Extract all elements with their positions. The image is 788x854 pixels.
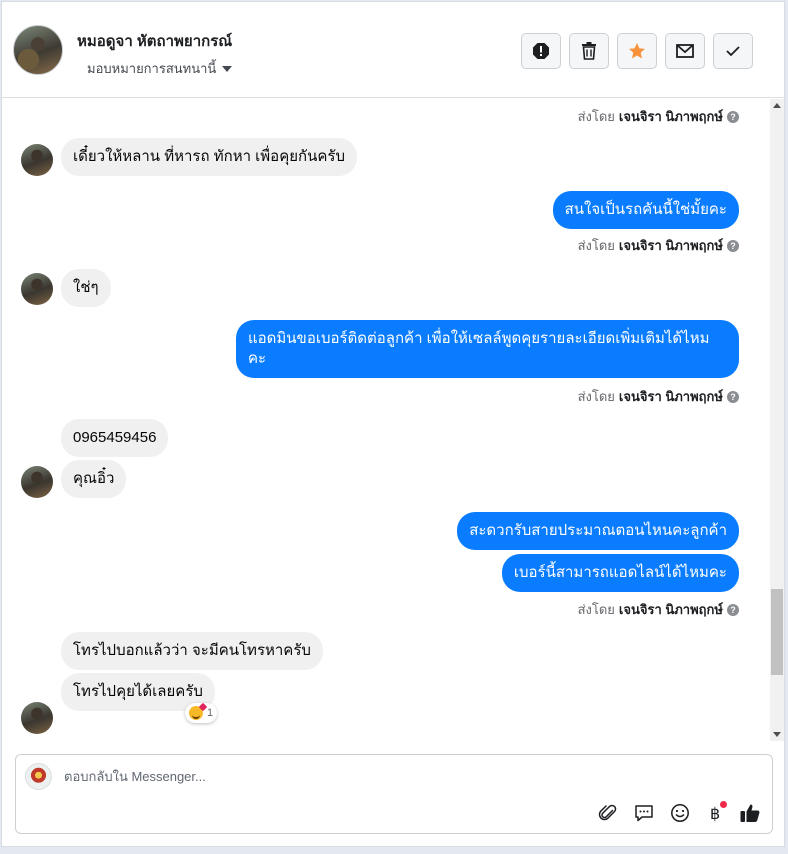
envelope-icon (676, 44, 694, 58)
chat-bubble-icon (635, 805, 653, 822)
help-icon[interactable]: ? (727, 239, 739, 252)
message-reaction[interactable]: 1 (185, 703, 218, 723)
message-bubble-outgoing[interactable]: เบอร์นี้สามารถแอดไลน์ได้ไหมคะ (501, 554, 739, 592)
message-bubble-outgoing[interactable]: สะดวกรับสายประมาณตอนไหนคะลูกค้า (457, 512, 739, 550)
sent-by-label: ส่งโดย เจนจิรา นิภาพฤกษ์ ? (578, 106, 739, 127)
scrollbar-thumb[interactable] (771, 589, 783, 675)
thumbs-up-icon (740, 804, 760, 822)
trash-icon (582, 42, 596, 60)
reaction-count: 1 (207, 707, 214, 719)
sent-by-label: ส่งโดย เจนจิรา นิภาพฤกษ์ ? (578, 235, 739, 256)
contact-avatar-small (21, 273, 53, 305)
check-icon (726, 46, 740, 57)
scroll-down-arrow-icon[interactable] (773, 732, 781, 737)
paperclip-icon (598, 804, 617, 821)
conversation-panel: หมอดูจา หัตถาพยากรณ์ มอบหมายการสนทนานี้ (1, 1, 786, 847)
star-icon (629, 43, 645, 59)
mark-unread-button[interactable] (665, 33, 705, 69)
contact-name[interactable]: หมอดูจา หัตถาพยากรณ์ (77, 29, 232, 53)
sent-by-label: ส่งโดย เจนจิรา นิภาพฤกษ์ ? (578, 599, 739, 620)
message-bubble-outgoing[interactable]: แอดมินขอเบอร์ติดต่อลูกค้า เพื่อให้เซลล์พ… (236, 320, 739, 378)
message-bubble-outgoing[interactable]: สนใจเป็นรถคันนี้ใช่มั้ยคะ (552, 191, 739, 229)
message-bubble-incoming[interactable]: 0965459456 (61, 419, 169, 457)
message-bubble-incoming[interactable]: เดี๋ยวให้หลาน ที่หารถ ทักหา เพื่อคุยกันค… (61, 138, 357, 176)
payment-button[interactable]: ฿ (704, 801, 728, 825)
spam-button[interactable] (521, 33, 561, 69)
saved-replies-button[interactable] (632, 801, 656, 825)
contact-avatar-small (21, 144, 53, 176)
mark-done-button[interactable] (713, 33, 753, 69)
like-button[interactable] (738, 801, 762, 825)
svg-text:฿: ฿ (710, 804, 720, 823)
reply-composer: ฿ (15, 754, 773, 834)
message-bubble-incoming[interactable]: โทรไปบอกแล้วว่า จะมีคนโทรหาครับ (61, 632, 323, 670)
page-avatar (25, 763, 52, 790)
scroll-up-arrow-icon[interactable] (773, 103, 781, 108)
message-bubble-incoming[interactable]: ใช่ๆ (61, 269, 111, 307)
reply-input[interactable] (64, 769, 664, 784)
help-icon[interactable]: ? (727, 390, 739, 403)
conversation-header: หมอดูจา หัตถาพยากรณ์ มอบหมายการสนทนานี้ (2, 2, 786, 98)
notification-dot (720, 801, 727, 808)
star-button[interactable] (617, 33, 657, 69)
delete-button[interactable] (569, 33, 609, 69)
attach-button[interactable] (596, 801, 620, 825)
help-icon[interactable]: ? (727, 110, 739, 123)
sent-by-label: ส่งโดย เจนจิรา นิภาพฤกษ์ ? (578, 386, 739, 407)
caret-down-icon (222, 65, 233, 72)
smiley-icon (671, 804, 689, 822)
help-icon[interactable]: ? (727, 603, 739, 616)
contact-avatar-small (21, 466, 53, 498)
smiling-face-with-hearts-icon (189, 706, 203, 720)
assign-label: มอบหมายการสนทนานี้ (87, 61, 217, 76)
message-thread[interactable]: ส่งโดย เจนจิรา นิภาพฤกษ์ ? เดี๋ยวให้หลาน… (2, 99, 772, 741)
contact-avatar[interactable] (13, 25, 63, 75)
chat-scrollbar[interactable] (770, 99, 784, 741)
assign-conversation-dropdown[interactable]: มอบหมายการสนทนานี้ (87, 58, 233, 79)
contact-avatar-small (21, 702, 53, 734)
exclamation-octagon-icon (533, 43, 549, 59)
message-bubble-incoming[interactable]: คุณอิ๋ว (61, 460, 127, 498)
emoji-button[interactable] (668, 801, 692, 825)
